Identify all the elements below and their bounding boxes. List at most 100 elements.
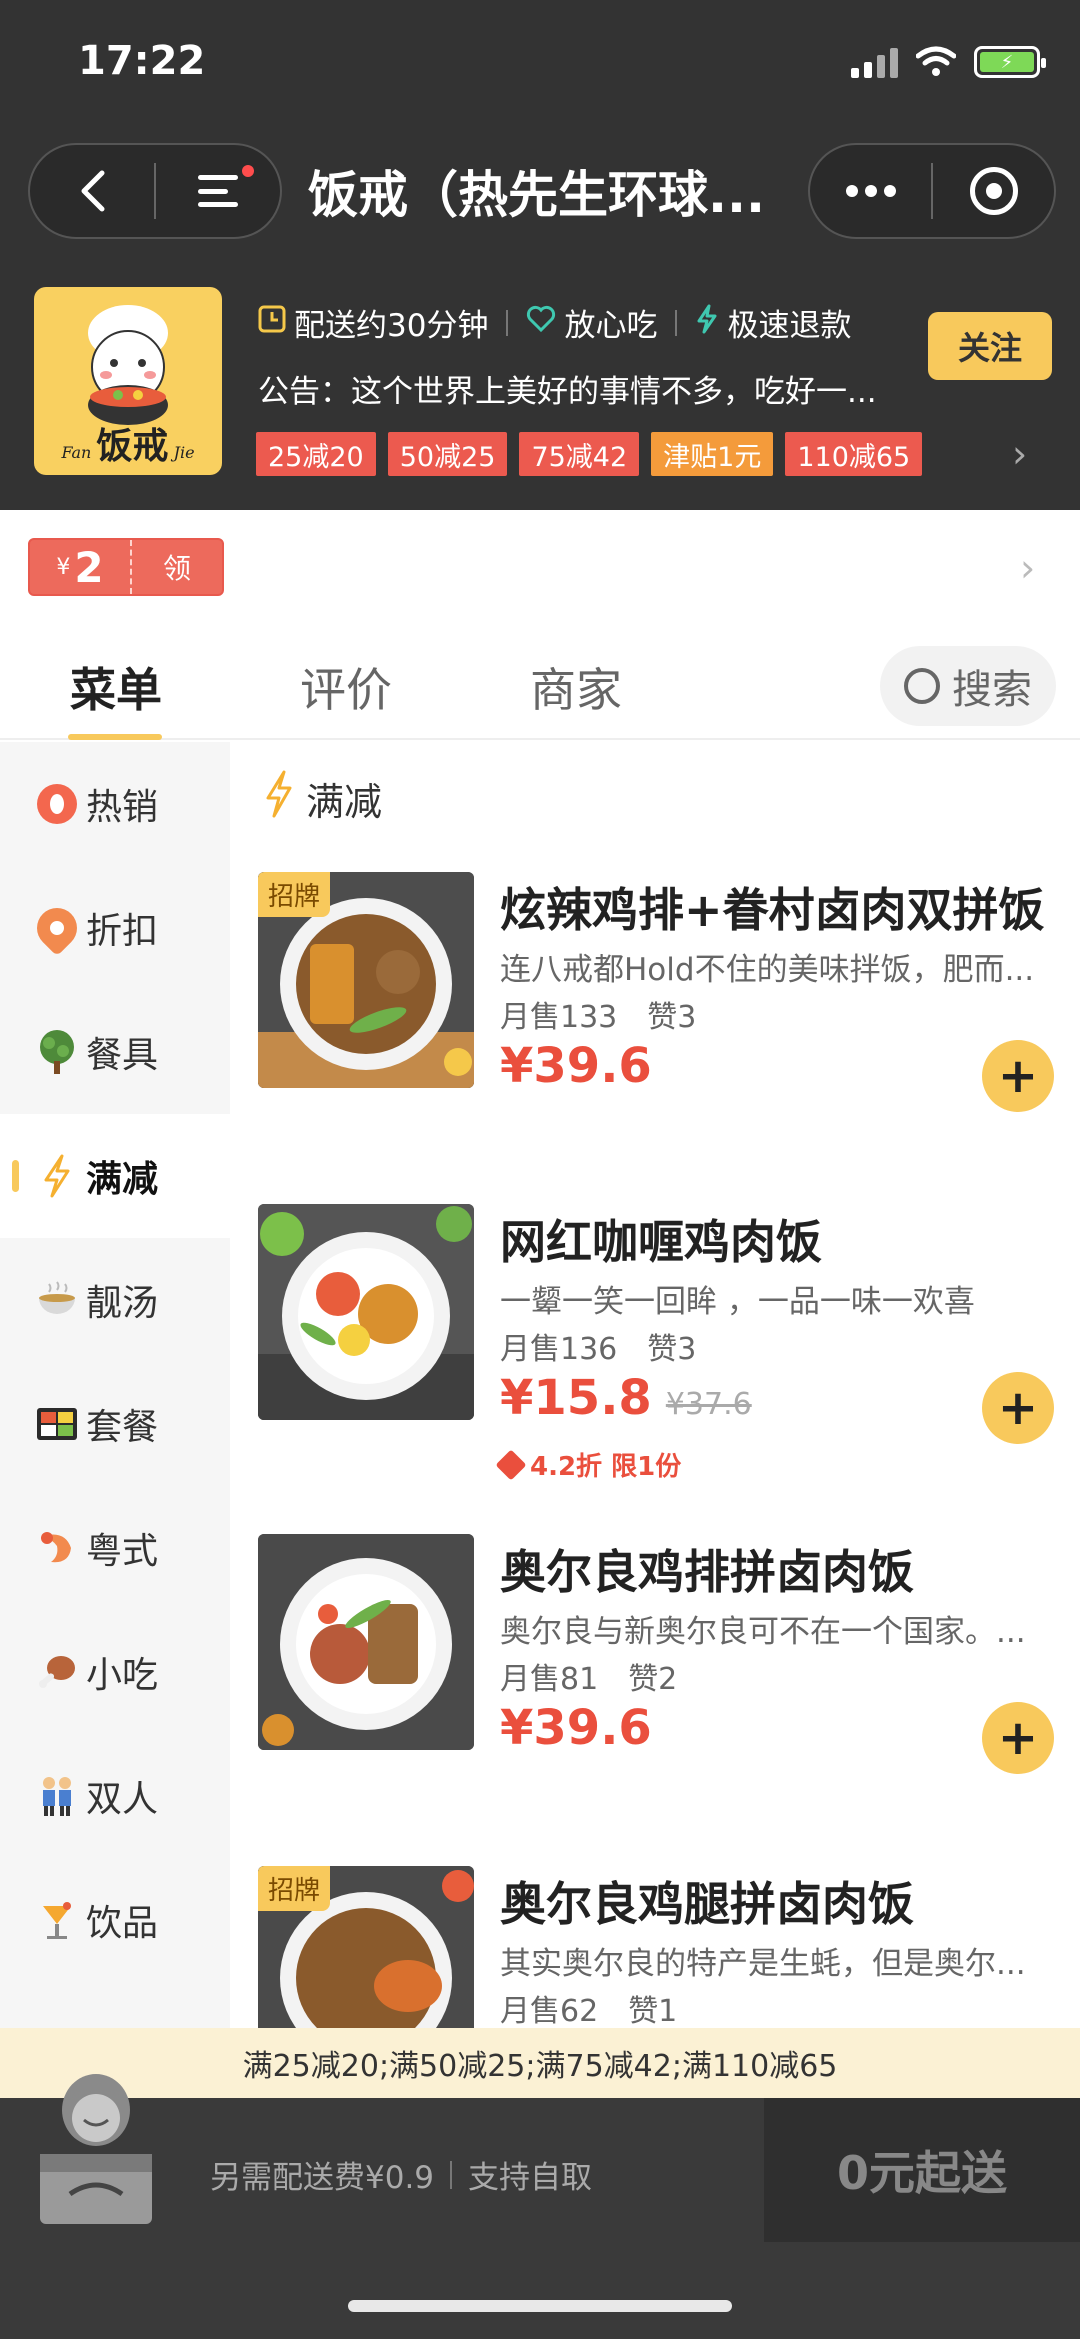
logo-right-text: Jie: [173, 443, 195, 462]
sidebar-item-label: 套餐: [86, 1407, 159, 1448]
tab-merchant[interactable]: 商家: [530, 654, 622, 720]
dish-name: 奥尔良鸡排拼卤肉饭: [500, 1545, 914, 1599]
back-arrow-icon: [81, 170, 105, 212]
dish-desc: 连八戒都Hold不住的美味拌饭，肥而...: [500, 952, 1035, 988]
dish-item[interactable]: 奥尔良鸡排拼卤肉饭 奥尔良与新奥尔良可不在一个国家。... 月售81 赞2 ¥3…: [258, 1534, 1080, 1834]
promo-strip: 满25减20;满50减25;满75减42;满110减65: [0, 2028, 1080, 2098]
dish-image[interactable]: 招牌: [258, 1866, 474, 2028]
logo-left-text: Fan: [61, 443, 92, 462]
chevron-right-icon[interactable]: ›: [1020, 546, 1035, 590]
coupon-amount: ¥2: [30, 540, 130, 594]
add-to-cart-button[interactable]: +: [982, 1372, 1054, 1444]
safe-food: 放心吃: [564, 308, 658, 344]
bolt-icon: [262, 770, 296, 827]
sidebar-item-snacks[interactable]: 小吃: [0, 1610, 230, 1734]
sidebar-item-label: 粤式: [86, 1531, 159, 1572]
dish-stats: 月售133 赞3: [500, 992, 696, 1036]
chevron-right-icon[interactable]: ›: [1012, 432, 1027, 476]
sidebar-item-discount[interactable]: 折扣: [0, 866, 230, 990]
signature-badge: 招牌: [258, 872, 331, 917]
signature-badge: 招牌: [258, 1866, 331, 1911]
sidebar-item-tableware[interactable]: 餐具: [0, 990, 230, 1114]
nav-capsule: [28, 143, 282, 239]
dish-name: 炫辣鸡排+眷村卤肉双拼饭: [500, 883, 1045, 937]
tab-indicator: [68, 734, 162, 740]
couple-icon: [34, 1773, 80, 1819]
tab-menu[interactable]: 菜单: [70, 654, 162, 720]
sidebar-item-soup[interactable]: 靓汤: [0, 1238, 230, 1362]
dish-image[interactable]: [258, 1204, 474, 1420]
target-icon: [969, 167, 1018, 215]
heart-icon: [526, 305, 556, 341]
store-logo[interactable]: Fan 饭戒 Jie: [34, 287, 222, 475]
delivery-time: 配送约30分钟: [294, 308, 489, 344]
sidebar-item-label: 折扣: [86, 911, 159, 952]
dish-item[interactable]: 招牌 奥尔良鸡腿拼卤肉饭 其实奥尔良的特产是生蚝，但是奥尔... 月售62 赞1: [258, 1866, 1080, 2028]
bolt-icon: [34, 1153, 80, 1199]
coupon-value: 2: [74, 542, 104, 592]
store-notice[interactable]: 公告：这个世界上美好的事情不多，吃好一...: [258, 366, 898, 411]
drumstick-icon: [34, 1649, 80, 1695]
sidebar-item-full-reduction[interactable]: 满减: [0, 1114, 230, 1238]
courier-cart-icon[interactable]: [30, 2062, 162, 2242]
close-miniapp-button[interactable]: [933, 145, 1054, 237]
plus-icon: +: [997, 1710, 1039, 1766]
more-button[interactable]: [810, 145, 931, 237]
home-indicator[interactable]: [348, 2300, 732, 2312]
bento-icon: [34, 1401, 80, 1447]
sidebar-item-label: 双人: [86, 1779, 159, 1820]
feature-divider: [506, 309, 509, 336]
price: ¥39.6: [500, 1038, 652, 1094]
sidebar-item-cantonese[interactable]: 粤式: [0, 1486, 230, 1610]
add-to-cart-button[interactable]: +: [982, 1702, 1054, 1774]
tab-reviews[interactable]: 评价: [300, 654, 392, 720]
sidebar-item-couple[interactable]: 双人: [0, 1734, 230, 1858]
dish-image[interactable]: 招牌: [258, 872, 474, 1088]
store-features: 配送约30分钟 放心吃 极速退款: [258, 300, 851, 345]
back-button[interactable]: [30, 145, 154, 237]
section-title-label: 满减: [306, 780, 383, 824]
discount-info: 4.2折 限1份: [495, 1446, 682, 1483]
logo-text: 饭戒: [96, 425, 169, 467]
add-to-cart-button[interactable]: +: [982, 1040, 1054, 1112]
min-order-button[interactable]: 0元起送: [764, 2098, 1080, 2242]
menu-button[interactable]: [156, 145, 280, 237]
sidebar-item-label: 热销: [86, 787, 159, 828]
delivery-fee: 另需配送费¥0.9: [210, 2160, 435, 2196]
dish-item[interactable]: 招牌 炫辣鸡排+眷村卤肉双拼饭 连八戒都Hold不住的美味拌饭，肥而... 月售…: [258, 872, 1080, 1172]
dish-image[interactable]: [258, 1534, 474, 1750]
dish-price: ¥39.6: [500, 1038, 652, 1094]
status-icons: ⚡: [851, 46, 1046, 78]
dish-price: ¥39.6: [500, 1700, 652, 1756]
dish-stats: 月售81 赞2: [500, 1654, 677, 1698]
follow-button[interactable]: 关注: [928, 312, 1052, 380]
pickup-label: 支持自取: [468, 2160, 593, 2196]
coupon-claim[interactable]: 领: [132, 540, 222, 594]
sidebar-item-combo[interactable]: 套餐: [0, 1362, 230, 1486]
signal-icon: [851, 46, 898, 78]
dish-name: 网红咖喱鸡肉饭: [500, 1215, 822, 1269]
page-title: 饭戒（热先生环球...: [308, 166, 765, 224]
discount-label: 4.2折 限1份: [530, 1452, 682, 1482]
promo-tag: 25减20: [256, 432, 376, 476]
sidebar-item-hot[interactable]: 热销: [0, 742, 230, 866]
dish-item[interactable]: 网红咖喱鸡肉饭 一颦一笑一回眸 ，一品一味一欢喜 月售136 赞3 ¥15.8 …: [258, 1204, 1080, 1504]
sidebar-item-drinks[interactable]: 饮品: [0, 1858, 230, 1982]
drink-icon: [34, 1897, 80, 1943]
dish-name: 奥尔良鸡腿拼卤肉饭: [500, 1877, 914, 1931]
tree-icon: [34, 1029, 80, 1075]
dish-stats: 月售62 赞1: [500, 1986, 677, 2028]
feature-divider: [675, 309, 678, 336]
search-button[interactable]: 搜索: [880, 646, 1056, 726]
menu-icon: [198, 175, 238, 207]
likes: 赞3: [647, 1332, 697, 1367]
price: ¥39.6: [500, 1700, 652, 1756]
search-icon: [904, 668, 940, 704]
search-label: 搜索: [952, 667, 1032, 713]
monthly-sales: 月售133: [500, 1000, 618, 1035]
fast-refund: 极速退款: [727, 308, 852, 344]
coupon[interactable]: ¥2 领: [28, 538, 224, 596]
tag-icon: [495, 1448, 527, 1481]
hot-icon: [34, 781, 80, 827]
promo-tag: 津贴1元: [651, 432, 774, 476]
